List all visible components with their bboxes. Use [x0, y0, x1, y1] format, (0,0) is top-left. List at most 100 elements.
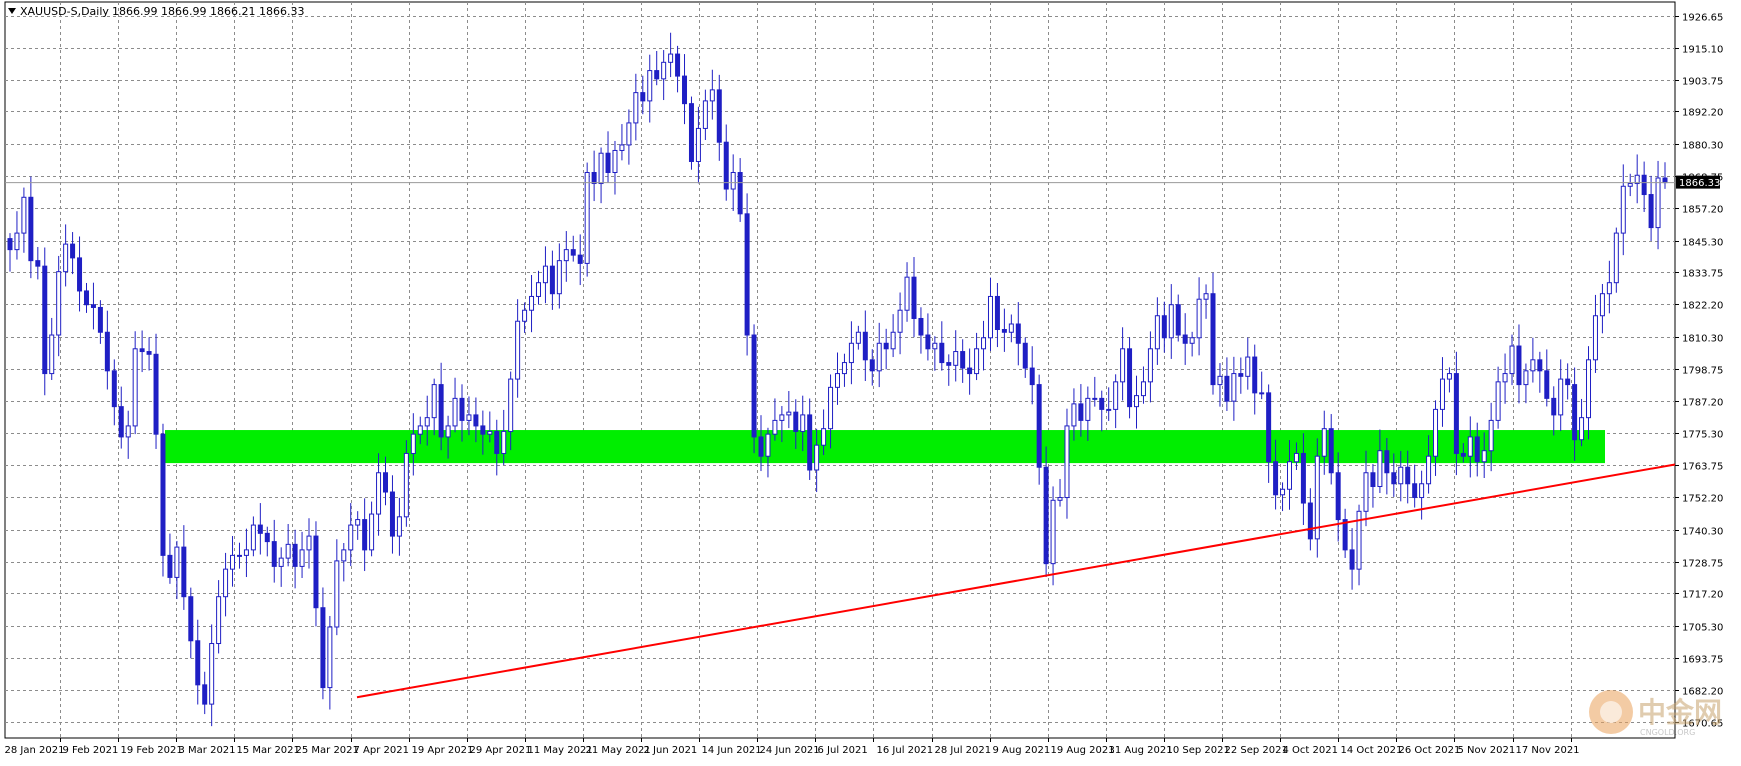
candle-body-bull [626, 122, 632, 146]
candle-body-bear [960, 351, 966, 369]
candle-body-bull [431, 384, 437, 419]
candle-body-bear [1474, 436, 1480, 463]
candle-body-bull [56, 271, 62, 336]
candle-body-bull [1592, 315, 1598, 361]
candle-body-bull [779, 414, 785, 421]
candle [744, 193, 750, 356]
candle-body-bull [1488, 419, 1494, 452]
candle-body-bear [90, 304, 96, 308]
candle-body-bear [758, 436, 764, 457]
candle-body-bear [139, 348, 145, 353]
candle-body-bull [1377, 450, 1383, 488]
candle-body-bear [1328, 428, 1334, 474]
candle-body-bull [904, 276, 910, 311]
ohlc-label: 1866.99 1866.99 1866.21 1866.33 [112, 5, 304, 18]
candle-body-bull [1613, 232, 1619, 284]
candle-body-bull [522, 309, 528, 322]
candle-body-bull [619, 144, 625, 151]
candle-body-bear [167, 554, 173, 578]
candle-body-bull [821, 428, 827, 446]
candle-body-bear [1453, 373, 1459, 454]
watermark-sub: CNGOLD.ORG [1640, 728, 1695, 737]
candle-body-bear [1572, 384, 1578, 441]
candle-body-bull [1655, 177, 1661, 229]
candle-body-bull [1071, 403, 1077, 427]
candle-body-bull [243, 549, 249, 556]
candle-body-bull [1293, 452, 1299, 463]
candle-body-bull [1008, 323, 1014, 333]
chart-svg: 1926.651915.101903.751892.201880.301868.… [4, 1, 1723, 756]
candle-body-bull [974, 348, 980, 375]
candle-body-bear [675, 53, 681, 77]
candle-body-bull [487, 430, 493, 435]
y-tick-label: 1903.75 [1682, 77, 1723, 88]
candle-body-bull [1217, 375, 1223, 386]
candle-body-bull [49, 334, 55, 375]
y-tick-label: 1728.75 [1682, 559, 1723, 570]
candle-body-bear [83, 290, 89, 306]
x-tick-label: 24 Jun 2021 [760, 745, 820, 756]
candle-body-bull [1558, 378, 1564, 416]
candle-body-bull [452, 397, 458, 427]
candle-body-bull [278, 557, 284, 567]
candle-body-bull [633, 92, 639, 124]
candle-body-bull [855, 331, 861, 344]
x-tick-label: 19 Aug 2021 [1051, 745, 1115, 756]
candle [1127, 337, 1133, 419]
candle-body-bull [396, 516, 402, 537]
candle-body-bear [320, 607, 326, 689]
candle-body-bear [605, 152, 611, 174]
candle-body-bear [1307, 502, 1313, 540]
y-tick-label: 1880.30 [1682, 141, 1723, 152]
candle-body-bull [132, 348, 138, 427]
candle-body-bull [1050, 499, 1056, 565]
candle-body-bear [257, 524, 263, 534]
candle-body-bear [1029, 367, 1035, 386]
candle-body-bear [7, 238, 13, 251]
candle-body-bear [42, 265, 48, 375]
x-tick-label: 22 Sep 2021 [1225, 745, 1288, 756]
x-tick-label: 4 Oct 2021 [1283, 745, 1338, 756]
candle-body-bull [1433, 408, 1439, 457]
candle-body-bull [1168, 304, 1174, 339]
candle-body-bear [1662, 177, 1668, 184]
candle-body-bull [1579, 417, 1585, 441]
y-tick-label: 1740.30 [1682, 527, 1723, 538]
candle-body-bull [647, 70, 653, 102]
candle-body-bull [445, 425, 451, 438]
candle-body-bear [1001, 329, 1007, 333]
candle [584, 162, 590, 277]
candle-body-bull [1439, 378, 1445, 410]
candle-body-bear [883, 342, 889, 350]
candle-body-bull [529, 295, 535, 311]
candle-body-bull [63, 243, 69, 273]
candle-body-bear [1335, 472, 1341, 521]
candle-body-bull [1495, 381, 1501, 421]
y-tick-label: 1833.75 [1682, 269, 1723, 280]
candle-body-bull [1481, 450, 1487, 463]
candle-body-bear [591, 172, 597, 185]
candle-body-bear [744, 213, 750, 336]
candle-body-bull [236, 554, 242, 557]
candle-body-bear [1238, 373, 1244, 377]
candle-body-bear [1224, 375, 1230, 402]
candle-body-bull [1203, 293, 1209, 300]
x-tick-label: 15 Mar 2021 [237, 745, 300, 756]
x-tick-label: 26 Oct 2021 [1399, 745, 1461, 756]
chart-header: XAUUSD-S,Daily 1866.99 1866.99 1866.21 1… [8, 5, 304, 18]
y-tick-label: 1693.75 [1682, 655, 1723, 666]
candle-body-bull [987, 295, 993, 339]
candle-body-bull [612, 149, 618, 174]
candle-body-bear [1516, 345, 1522, 386]
candle-body-bear [494, 430, 500, 454]
candle-body-bear [70, 243, 76, 259]
candle-body-bear [570, 249, 576, 256]
x-tick-label: 19 Apr 2021 [412, 745, 474, 756]
candle-body-bear [104, 331, 110, 372]
candle-body-bull [230, 554, 236, 570]
candle-body-bear [313, 535, 319, 609]
candle-body-bear [682, 75, 688, 105]
candle-body-bull [1620, 185, 1626, 234]
candle-body-bear [925, 334, 931, 350]
candle-body-bear [1043, 466, 1049, 565]
